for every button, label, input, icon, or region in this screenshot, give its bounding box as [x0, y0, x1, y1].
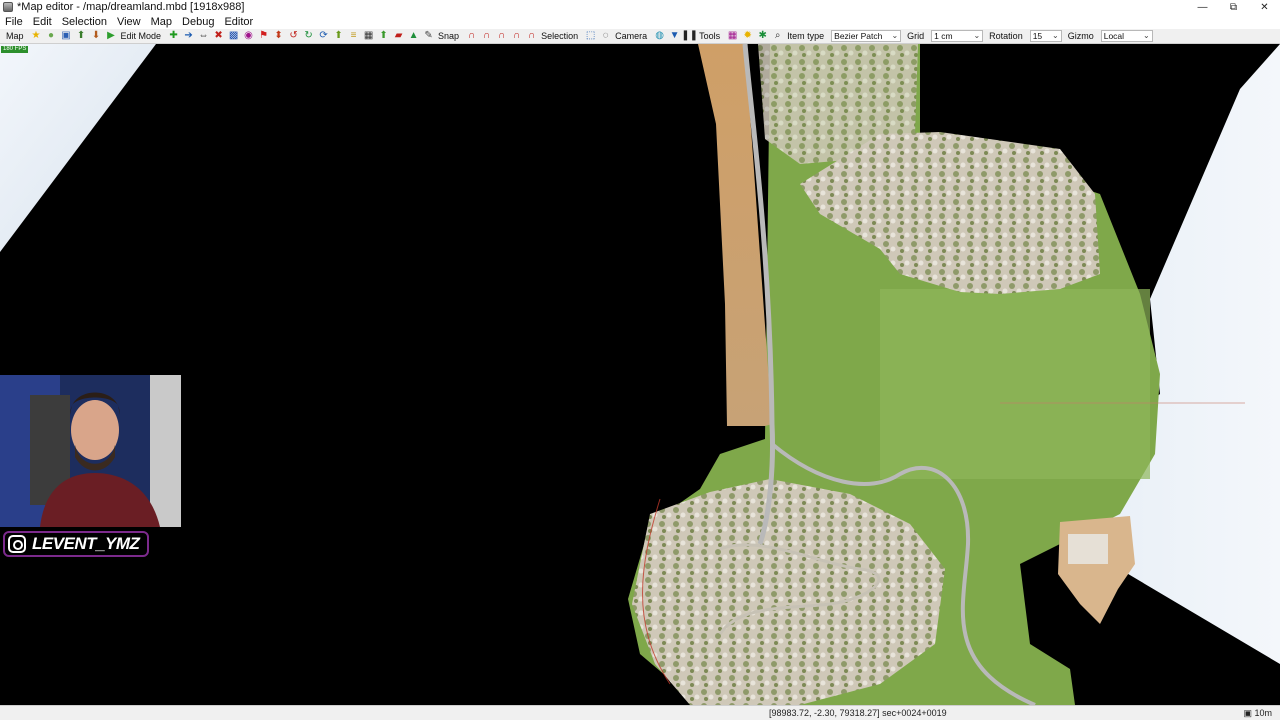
sand-strip [698, 44, 772, 426]
chevron-down-icon: ⌄ [973, 31, 981, 40]
menu-view[interactable]: View [117, 16, 141, 28]
play-icon[interactable]: ▶ [106, 31, 117, 42]
building-structure [1058, 516, 1135, 624]
item-type-value: Bezier Patch [834, 31, 883, 41]
search-icon[interactable]: ⌕ [772, 31, 783, 42]
map-viewport[interactable]: 180 FPS [0, 44, 1280, 705]
brush-icon[interactable]: ✎ [423, 31, 434, 42]
camera-filter-icon[interactable]: ▼ [669, 31, 680, 42]
prefab-icon[interactable]: ▦ [363, 31, 374, 42]
pin-icon[interactable]: ⬍ [273, 31, 284, 42]
move-icon[interactable]: ➔ [183, 31, 194, 42]
menu-debug[interactable]: Debug [182, 16, 214, 28]
menu-file[interactable]: File [5, 16, 23, 28]
gizmo-label: Gizmo [1067, 31, 1094, 41]
restore-button[interactable]: ⧉ [1218, 0, 1249, 14]
grass-field-light [880, 289, 1150, 479]
selection-label[interactable]: Selection [541, 31, 578, 41]
snap-magnet-3-icon[interactable]: ∩ [496, 31, 507, 42]
upload-icon[interactable]: ⬆ [378, 31, 389, 42]
menu-map[interactable]: Map [151, 16, 172, 28]
traffic-icon[interactable]: ▲ [408, 31, 419, 42]
rotate-left-icon[interactable]: ↺ [288, 31, 299, 42]
streamer-avatar [0, 375, 181, 527]
import-icon[interactable]: ⬇ [91, 31, 102, 42]
instagram-icon [8, 535, 26, 553]
webcam-overlay [0, 375, 181, 527]
gizmo-select[interactable]: Local ⌄ [1100, 30, 1153, 42]
rotation-value: 15 [1032, 31, 1043, 41]
snap-label[interactable]: Snap [438, 31, 459, 41]
menu-edit[interactable]: Edit [33, 16, 52, 28]
grid-tools-icon[interactable]: ▦ [727, 31, 738, 42]
snap-magnet-1-icon[interactable]: ∩ [466, 31, 477, 42]
toolbar: Map ★ ● ▣ ⬆ ⬇ ▶ Edit Mode ✚ ➔ ⇔ ✖ ▩ ◉ ⚑ … [0, 29, 1280, 44]
tools-label[interactable]: Tools [699, 31, 720, 41]
rotation-label: Rotation [989, 31, 1023, 41]
title-bar: *Map editor - /map/dreamland.mbd [1918x9… [0, 0, 1280, 14]
terrain-render [0, 44, 1280, 705]
rect-select-icon[interactable]: ⬚ [585, 31, 596, 42]
menu-editor[interactable]: Editor [224, 16, 253, 28]
instagram-badge: LEVENT_YMZ [3, 531, 149, 557]
cursor-coordinates: [98983.72, -2.30, 79318.27] sec+0024+001… [769, 708, 947, 718]
sky-plane-left [0, 44, 156, 252]
menu-bar: File Edit Selection View Map Debug Edito… [0, 14, 1280, 29]
gizmo-value: Local [1103, 31, 1125, 41]
rotate-right-icon[interactable]: ↻ [303, 31, 314, 42]
edit-mode-label[interactable]: Edit Mode [121, 31, 162, 41]
snap-magnet-2-icon[interactable]: ∩ [481, 31, 492, 42]
building-roof [1068, 534, 1108, 564]
flag-icon[interactable]: ⚑ [258, 31, 269, 42]
camera-label[interactable]: Camera [615, 31, 647, 41]
gear-icon[interactable]: ✱ [757, 31, 768, 42]
grid-value: 1 cm [934, 31, 953, 41]
instagram-handle: LEVENT_YMZ [32, 534, 140, 553]
chevron-down-icon: ⌄ [1143, 31, 1150, 40]
window-title: *Map editor - /map/dreamland.mbd [1918x9… [17, 1, 245, 13]
toolbar-map-label[interactable]: Map [6, 31, 24, 41]
pause-icon[interactable]: ❚❚ [681, 31, 698, 42]
add-icon[interactable]: ✚ [168, 31, 179, 42]
info-icon[interactable]: ▩ [228, 31, 239, 42]
map-scale: ▣ 10m [1243, 708, 1272, 718]
star-icon[interactable]: ★ [31, 31, 42, 42]
item-type-label: Item type [787, 31, 825, 41]
chevron-down-icon: ⌄ [891, 31, 899, 40]
minimize-button[interactable]: — [1187, 0, 1218, 14]
sun-icon[interactable]: ✹ [742, 31, 753, 42]
camera-globe-icon[interactable]: ◍ [654, 31, 665, 42]
chevron-down-icon: ⌄ [1052, 31, 1059, 40]
target-icon[interactable]: ◉ [243, 31, 254, 42]
snap-magnet-4-icon[interactable]: ∩ [511, 31, 522, 42]
export-icon[interactable]: ⬆ [76, 31, 87, 42]
road-icon[interactable]: ≡ [348, 31, 359, 42]
app-icon [3, 2, 13, 12]
delete-icon[interactable]: ✖ [213, 31, 224, 42]
fps-counter: 180 FPS [1, 46, 29, 53]
snap-magnet-5-icon[interactable]: ∩ [526, 31, 537, 42]
lasso-select-icon[interactable]: ◌ [600, 31, 611, 42]
item-type-select[interactable]: Bezier Patch ⌄ [831, 30, 902, 42]
vehicle-icon[interactable]: ▰ [393, 31, 404, 42]
save-icon[interactable]: ▣ [61, 31, 72, 42]
refresh-icon[interactable]: ⟳ [318, 31, 329, 42]
open-folder-icon[interactable]: ● [46, 31, 57, 42]
marker-icon[interactable]: ⬆ [333, 31, 344, 42]
close-button[interactable]: ✕ [1249, 0, 1280, 14]
status-bar: [98983.72, -2.30, 79318.27] sec+0024+001… [0, 705, 1280, 720]
swap-icon[interactable]: ⇔ [198, 31, 209, 42]
grid-select[interactable]: 1 cm ⌄ [931, 30, 984, 42]
rotation-select[interactable]: 15 ⌄ [1029, 30, 1062, 42]
menu-selection[interactable]: Selection [62, 16, 107, 28]
window-controls: — ⧉ ✕ [1187, 0, 1280, 14]
grid-label: Grid [907, 31, 925, 41]
